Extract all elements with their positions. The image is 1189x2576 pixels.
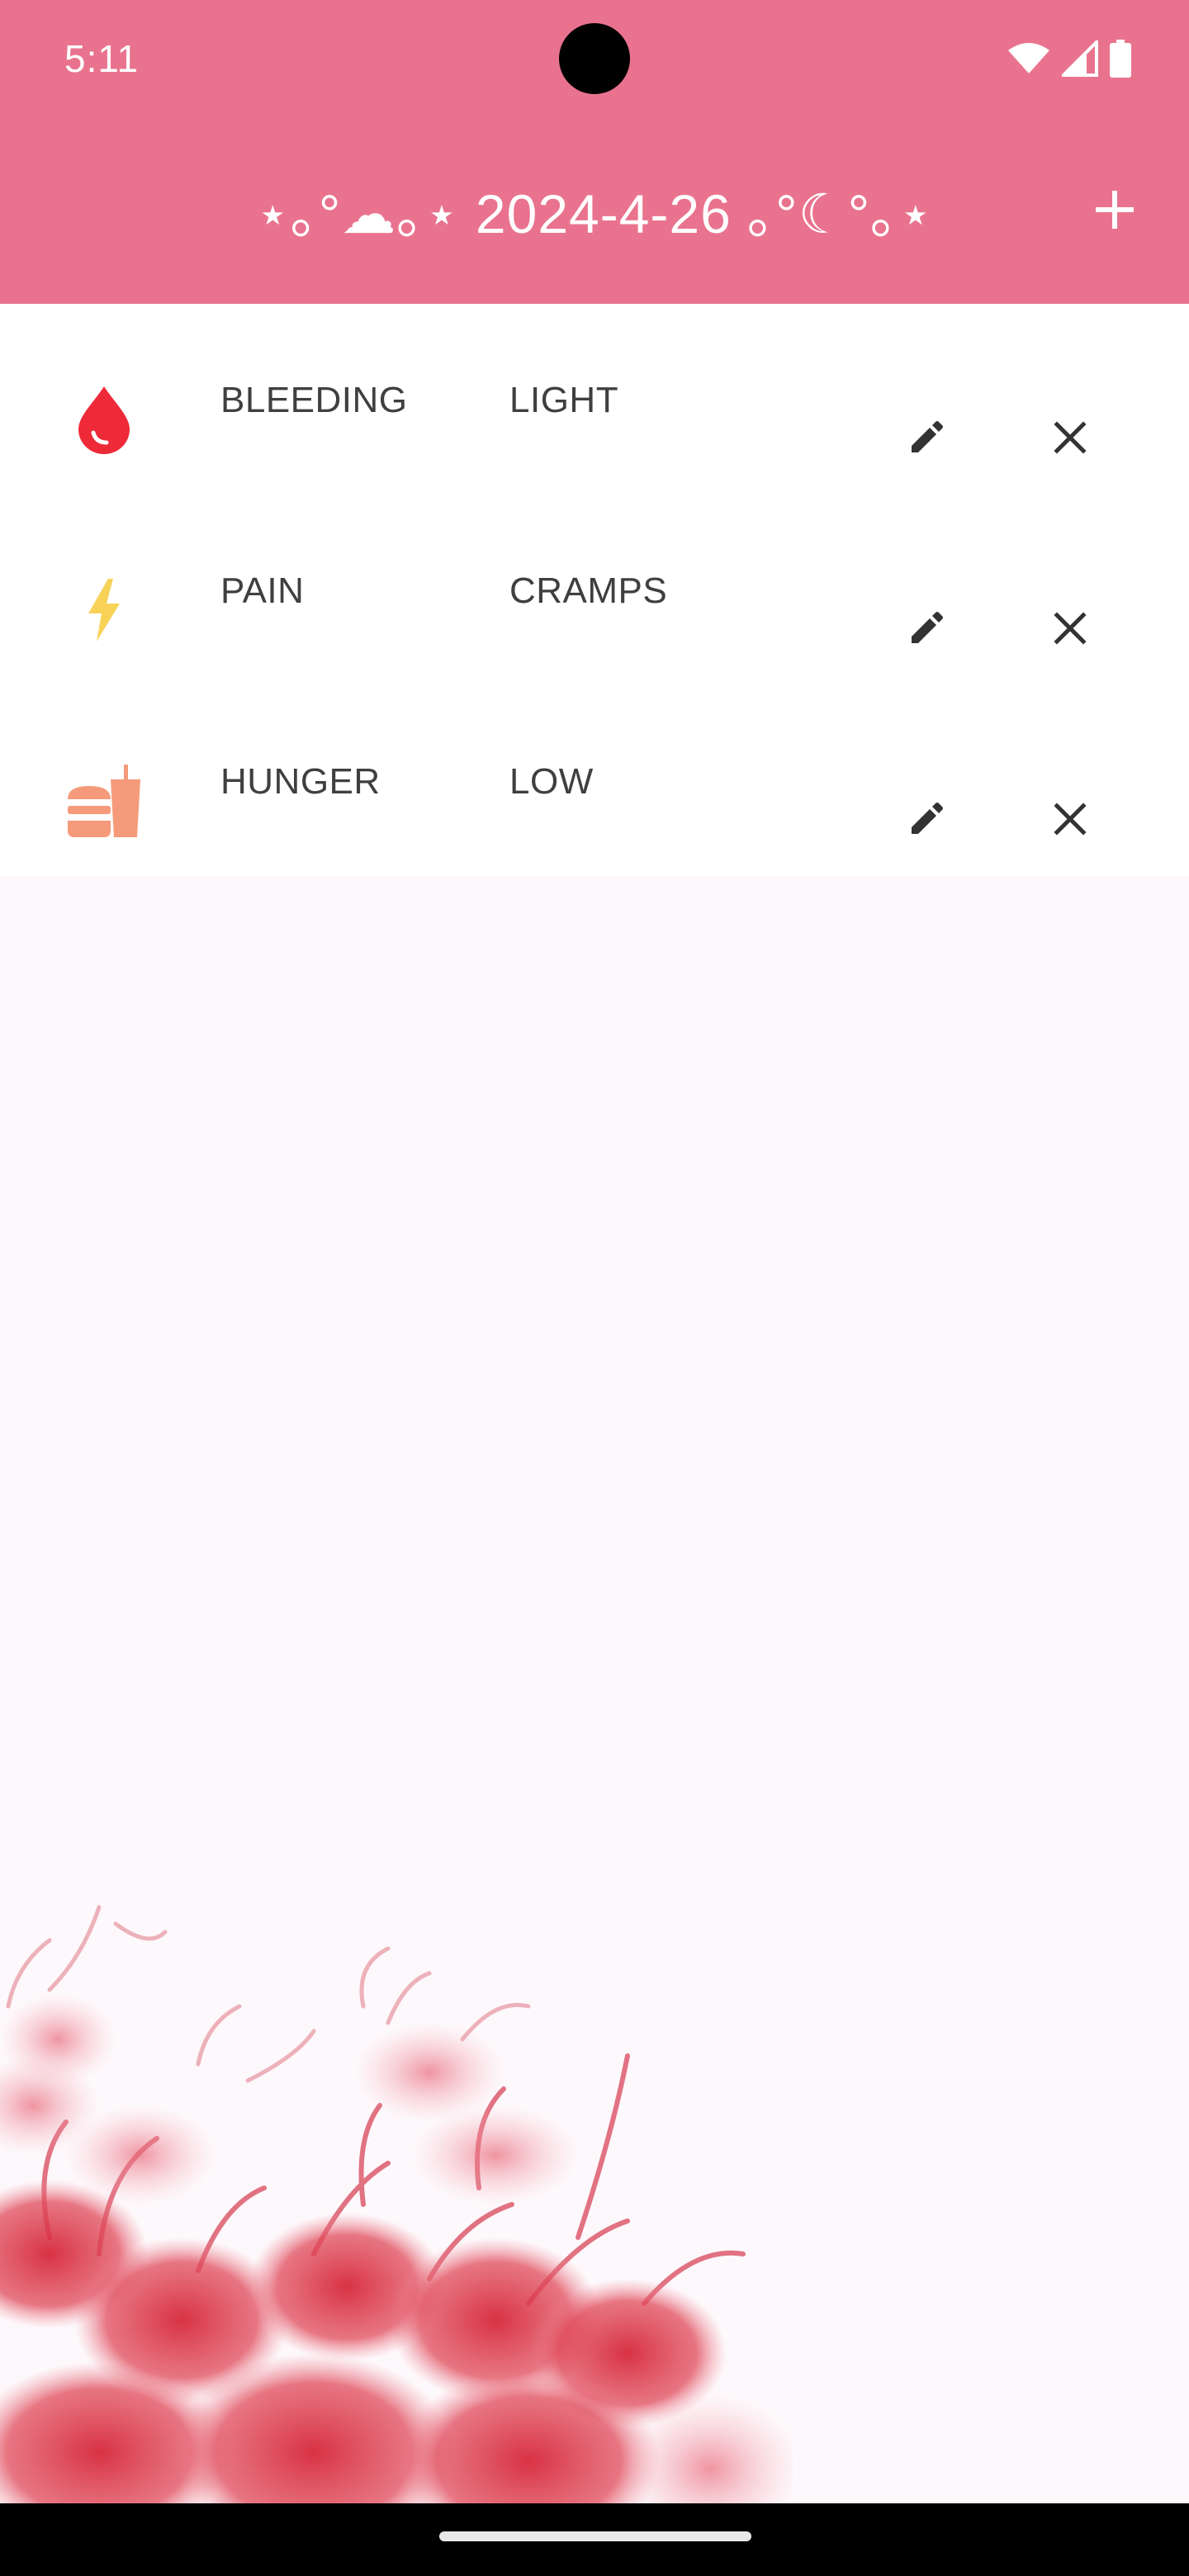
gesture-nav-bar <box>0 2503 1189 2576</box>
wifi-icon <box>1008 43 1049 73</box>
pencil-icon <box>912 803 943 834</box>
close-icon <box>1054 803 1087 836</box>
delete-button[interactable] <box>1035 403 1105 472</box>
list-item: HUNGER LOW <box>0 685 1189 876</box>
entry-value: LOW <box>509 761 594 802</box>
fastfood-icon <box>64 761 144 841</box>
lightning-icon <box>64 571 144 650</box>
close-icon <box>1054 421 1087 454</box>
edit-button[interactable] <box>892 594 961 663</box>
edit-button[interactable] <box>892 403 961 472</box>
delete-button[interactable] <box>1035 594 1105 663</box>
screen: 5:11 ⋆｡°☁︎｡⋆ 2024-4-26 ｡°☾°｡⋆ BLEEDING L… <box>0 0 1189 2576</box>
edit-button[interactable] <box>892 784 961 854</box>
entry-name: HUNGER <box>220 761 381 802</box>
battery-icon <box>1110 40 1131 78</box>
add-entry-button[interactable] <box>1080 175 1149 244</box>
status-time: 5:11 <box>64 37 140 80</box>
plus-icon <box>1096 191 1134 229</box>
entry-name: PAIN <box>220 571 305 611</box>
blood-drop-icon <box>64 380 144 459</box>
list-item: BLEEDING LIGHT <box>0 304 1189 495</box>
page-title: ⋆｡°☁︎｡⋆ 2024-4-26 ｡°☾°｡⋆ <box>255 183 934 244</box>
entry-value: LIGHT <box>509 380 619 420</box>
list-item: PAIN CRAMPS <box>0 495 1189 685</box>
delete-button[interactable] <box>1035 784 1105 854</box>
entries-list: BLEEDING LIGHT PAIN CRAMPS HUNGER LOW <box>0 304 1189 876</box>
close-icon <box>1054 612 1087 645</box>
home-gesture-handle[interactable] <box>439 2531 751 2541</box>
flower-illustration <box>0 1905 793 2543</box>
pencil-icon <box>912 421 943 452</box>
app-bar: 5:11 ⋆｡°☁︎｡⋆ 2024-4-26 ｡°☾°｡⋆ <box>0 0 1189 304</box>
entry-name: BLEEDING <box>220 380 408 420</box>
status-icons <box>1007 40 1131 78</box>
signal-icon <box>1062 40 1098 77</box>
pencil-icon <box>912 612 943 643</box>
entry-value: CRAMPS <box>509 571 668 611</box>
camera-cutout <box>559 23 630 94</box>
